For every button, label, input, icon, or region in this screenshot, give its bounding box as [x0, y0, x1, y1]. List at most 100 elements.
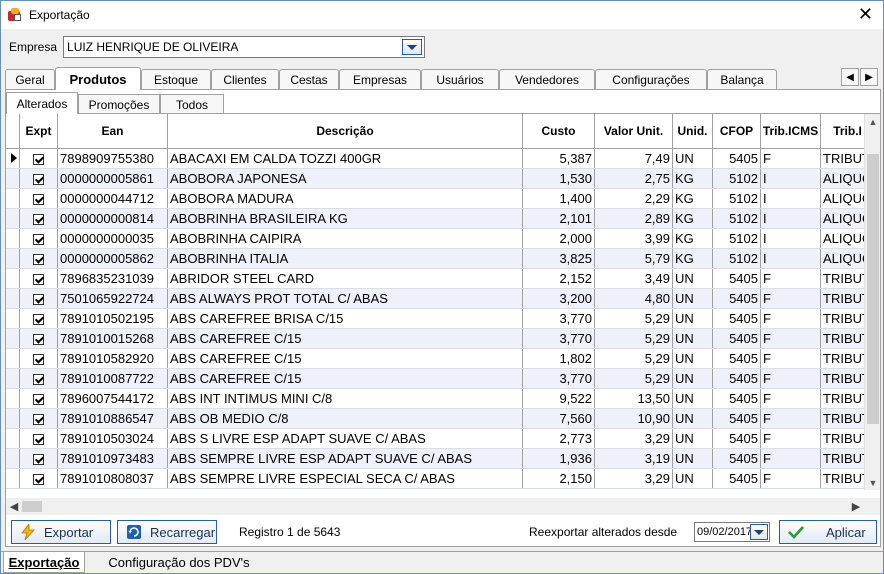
- custo-cell: 3,200: [522, 288, 595, 309]
- vertical-scrollbar[interactable]: ▲ ▼: [864, 114, 880, 490]
- expt-checkbox[interactable]: [33, 373, 44, 385]
- expt-checkbox[interactable]: [33, 213, 44, 225]
- ean-cell: 0000000005862: [57, 248, 168, 269]
- dropdown-button[interactable]: [402, 39, 423, 55]
- expt-cell: [19, 308, 58, 329]
- expt-checkbox[interactable]: [33, 453, 44, 465]
- expt-checkbox[interactable]: [33, 253, 44, 265]
- expt-checkbox[interactable]: [33, 333, 44, 345]
- expt-checkbox[interactable]: [33, 233, 44, 245]
- ean-cell: 7896007544172: [57, 388, 168, 409]
- empresa-select[interactable]: LUIZ HENRIQUE DE OLIVEIRA: [63, 36, 426, 58]
- recarregar-button[interactable]: Recarregar: [117, 520, 217, 544]
- scroll-up-icon[interactable]: ▲: [865, 114, 880, 130]
- table-row[interactable]: 0000000005862 ABOBRINHA ITALIA 3,825 5,79 KG…: [6, 248, 876, 269]
- tab-exportacao[interactable]: Exportação: [3, 552, 85, 573]
- tab-configuracao-pdvs[interactable]: Configuração dos PDV's: [99, 552, 259, 573]
- table-row[interactable]: 7891010503024 ABS S LIVRE ESP ADAPT SUAVE…: [6, 428, 876, 449]
- expt-checkbox[interactable]: [33, 273, 44, 285]
- expt-checkbox[interactable]: [33, 473, 44, 485]
- scroll-right-icon[interactable]: ▶: [848, 498, 864, 515]
- descricao-cell: ABS CAREFREE C/15: [167, 348, 523, 369]
- tab-todos[interactable]: Todos: [160, 94, 224, 114]
- tab-produtos[interactable]: Produtos: [55, 67, 141, 90]
- col-expt[interactable]: Expt: [19, 114, 58, 149]
- close-icon[interactable]: ✕: [858, 4, 873, 24]
- row-indicator: [6, 468, 20, 489]
- col-unid[interactable]: Unid.: [672, 114, 713, 149]
- descricao-cell: ABOBORA JAPONESA: [167, 168, 523, 189]
- expt-checkbox[interactable]: [33, 173, 44, 185]
- chevron-down-icon: [754, 529, 764, 535]
- col-valor-unit[interactable]: Valor Unit.: [594, 114, 673, 149]
- tab-cestas[interactable]: Cestas: [279, 69, 339, 89]
- table-row[interactable]: 7891010502195 ABS CAREFREE BRISA C/15 3,77…: [6, 308, 876, 329]
- expt-cell: [19, 188, 58, 209]
- scroll-left-icon[interactable]: ◀: [6, 498, 22, 515]
- trib-icms-cell: I: [760, 208, 821, 229]
- table-row[interactable]: 0000000000035 ABOBRINHA CAIPIRA 2,000 3,99 K…: [6, 228, 876, 249]
- table-row[interactable]: 7891010808037 ABS SEMPRE LIVRE ESPECIAL S…: [6, 468, 876, 489]
- aplicar-button[interactable]: Aplicar: [779, 520, 877, 544]
- scroll-thumb[interactable]: [867, 154, 879, 424]
- expt-checkbox[interactable]: [33, 413, 44, 425]
- tab-vendedores[interactable]: Vendedores: [499, 69, 595, 89]
- ean-cell: 0000000005861: [57, 168, 168, 189]
- table-row[interactable]: 7501065922724 ABS ALWAYS PROT TOTAL C/ AB…: [6, 288, 876, 309]
- col-descricao[interactable]: Descrição: [167, 114, 523, 149]
- tab-scroll-left-icon[interactable]: ◀: [841, 68, 859, 86]
- valor-unit-cell: 7,49: [594, 148, 673, 169]
- tab-clientes[interactable]: Clientes: [211, 69, 279, 89]
- reexportar-date-input[interactable]: 09/02/2017: [694, 522, 770, 542]
- expt-cell: [19, 168, 58, 189]
- trib-icms-cell: F: [760, 288, 821, 309]
- tab-estoque[interactable]: Estoque: [141, 69, 211, 89]
- expt-checkbox[interactable]: [33, 353, 44, 365]
- table-row[interactable]: 7898909755380 ABACAXI EM CALDA TOZZI 400G…: [6, 148, 876, 169]
- table-row[interactable]: 7891010582920 ABS CAREFREE C/15 1,802 5,29 U…: [6, 348, 876, 369]
- descricao-cell: ABS CAREFREE C/15: [167, 328, 523, 349]
- expt-cell: [19, 228, 58, 249]
- tab-configuracoes[interactable]: Configurações: [595, 69, 707, 89]
- table-row[interactable]: 0000000005861 ABOBORA JAPONESA 1,530 2,75 KG…: [6, 168, 876, 189]
- tab-usuarios[interactable]: Usuários: [421, 69, 499, 89]
- tab-alterados[interactable]: Alterados: [6, 92, 78, 114]
- table-row[interactable]: 0000000044712 ABOBORA MADURA 1,400 2,29 KG 51…: [6, 188, 876, 209]
- expt-checkbox[interactable]: [33, 313, 44, 325]
- col-custo[interactable]: Custo: [522, 114, 595, 149]
- bottom-tab-bar: Exportação Configuração dos PDV's: [1, 551, 883, 573]
- expt-checkbox[interactable]: [33, 193, 44, 205]
- table-row[interactable]: 7891010973483 ABS SEMPRE LIVRE ESP ADAPT …: [6, 448, 876, 469]
- table-row[interactable]: 7891010015268 ABS CAREFREE C/15 3,770 5,29 U…: [6, 328, 876, 349]
- tab-empresas[interactable]: Empresas: [339, 69, 421, 89]
- expt-checkbox[interactable]: [33, 393, 44, 405]
- table-row[interactable]: 7891010087722 ABS CAREFREE C/15 3,770 5,29 U…: [6, 368, 876, 389]
- col-trib-icms[interactable]: Trib.ICMS: [760, 114, 821, 149]
- empresa-value: LUIZ HENRIQUE DE OLIVEIRA: [67, 40, 239, 54]
- table-row[interactable]: 7896007544172 ABS INT INTIMUS MINI C/8 9,5…: [6, 388, 876, 409]
- table-row[interactable]: 7891010886547 ABS OB MEDIO C/8 7,560 10,90 U…: [6, 408, 876, 429]
- date-dropdown-button[interactable]: [750, 524, 768, 540]
- horizontal-scrollbar[interactable]: ◀ ▶: [6, 498, 880, 515]
- table-row[interactable]: 7896835231039 ABRIDOR STEEL CARD 2,152 3,49…: [6, 268, 876, 289]
- expt-checkbox[interactable]: [33, 153, 44, 165]
- scroll-down-icon[interactable]: ▼: [865, 475, 880, 490]
- tab-promocoes[interactable]: Promoções: [78, 94, 160, 114]
- expt-checkbox[interactable]: [33, 293, 44, 305]
- cfop-cell: 5405: [712, 408, 761, 429]
- unid-cell: UN: [672, 328, 713, 349]
- custo-cell: 1,802: [522, 348, 595, 369]
- exportar-button[interactable]: Exportar: [11, 520, 111, 544]
- trib-icms-cell: I: [760, 248, 821, 269]
- expt-checkbox[interactable]: [33, 433, 44, 445]
- tab-geral[interactable]: Geral: [5, 69, 55, 89]
- col-ean[interactable]: Ean: [57, 114, 168, 149]
- col-cfop[interactable]: CFOP: [712, 114, 761, 149]
- tab-scroll-right-icon[interactable]: ▶: [860, 68, 878, 86]
- table-row[interactable]: 0000000000814 ABOBRINHA BRASILEIRA KG 2,10…: [6, 208, 876, 229]
- ean-cell: 0000000044712: [57, 188, 168, 209]
- descricao-cell: ABS SEMPRE LIVRE ESPECIAL SECA C/ ABAS: [167, 468, 523, 489]
- products-grid[interactable]: Expt Ean Descrição Custo Valor Unit. Uni…: [6, 113, 880, 490]
- hscroll-thumb[interactable]: [22, 501, 42, 512]
- tab-balanca[interactable]: Balança: [707, 69, 777, 89]
